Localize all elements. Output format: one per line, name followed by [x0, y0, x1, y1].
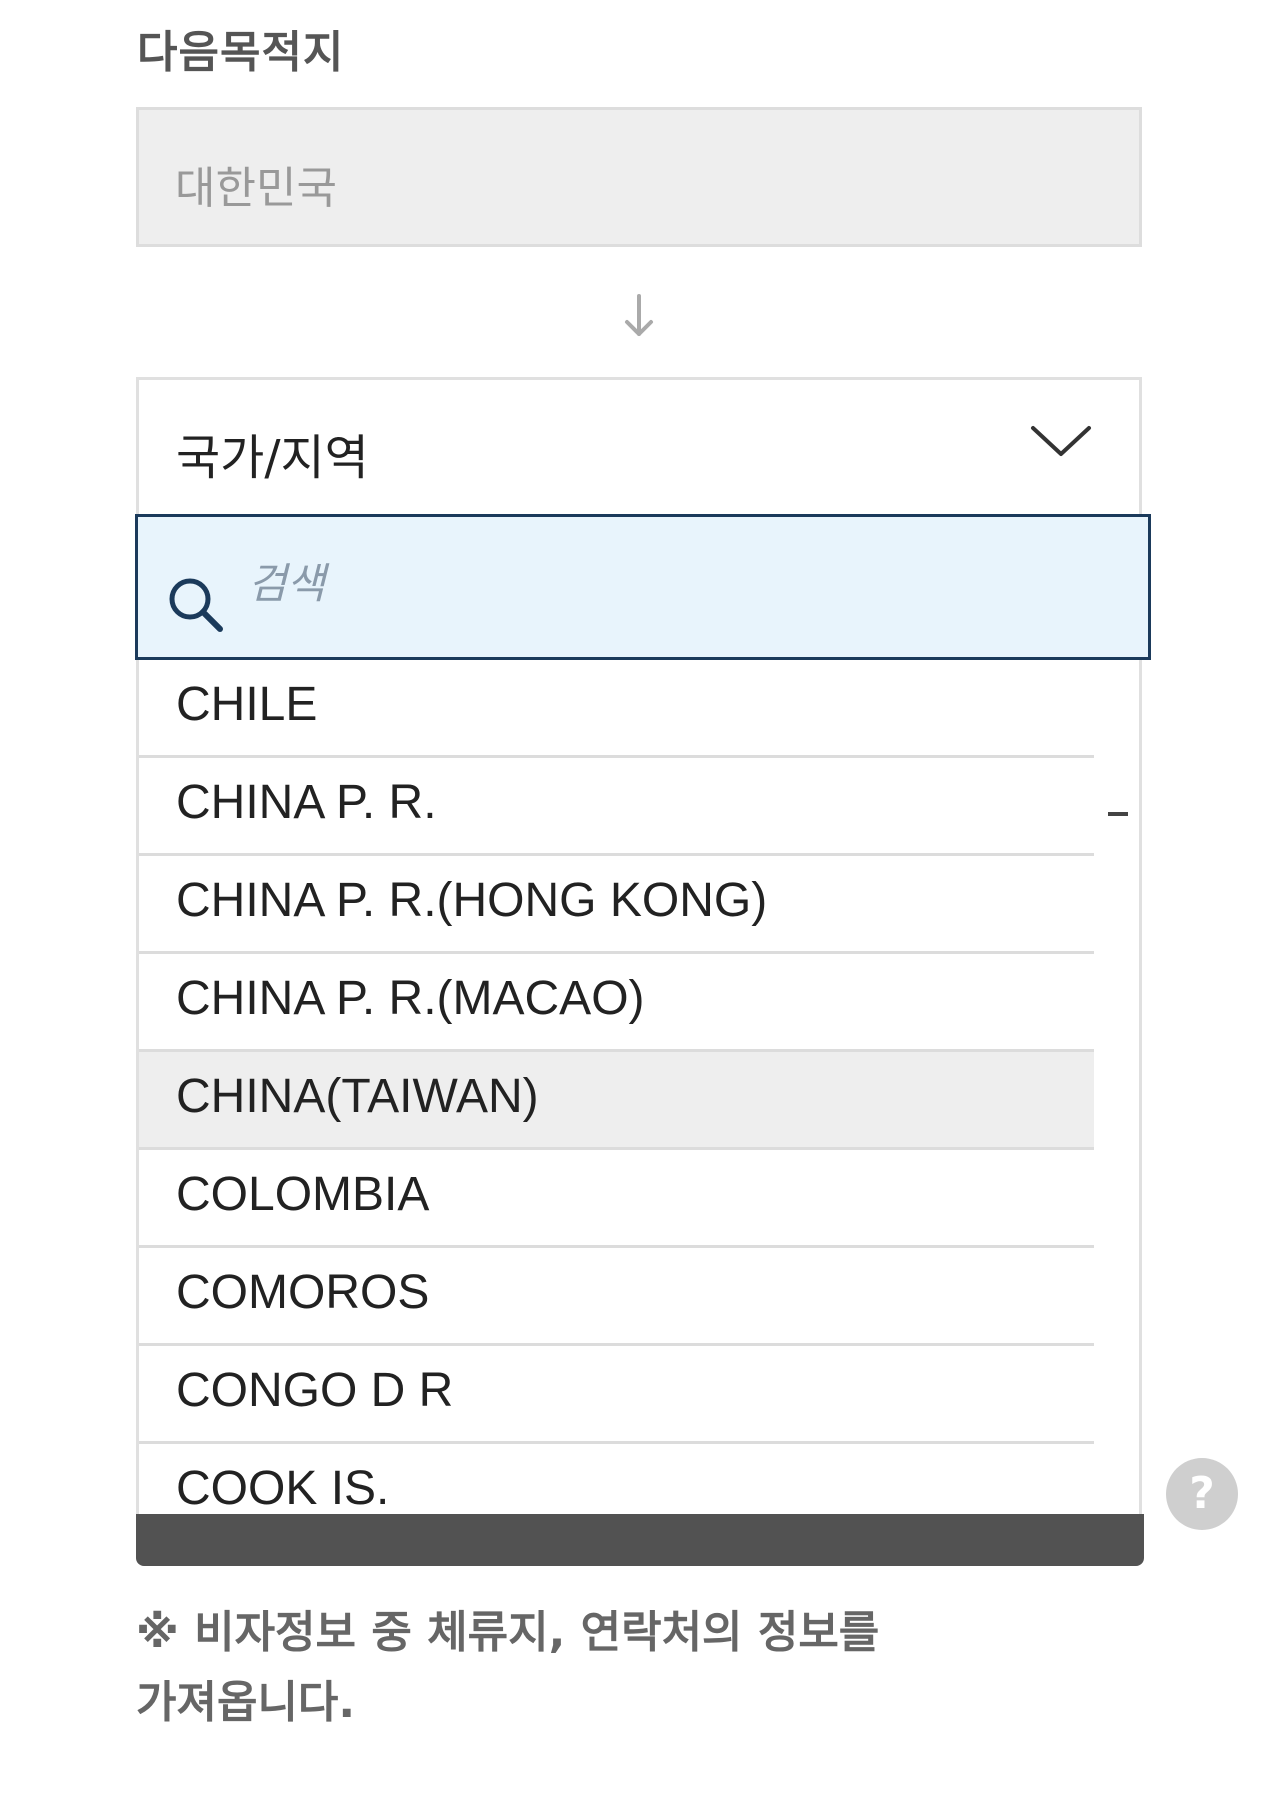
country-region-select[interactable]: 국가/지역	[136, 377, 1142, 517]
option-comoros[interactable]: COMOROS	[139, 1248, 1094, 1346]
visa-info-footnote: ※ 비자정보 중 체류지, 연락처의 정보를 가져옵니다.	[136, 1598, 1136, 1738]
chevron-down-icon[interactable]	[1029, 420, 1093, 462]
country-region-select-label: 국가/지역	[176, 430, 369, 486]
option-china-pr[interactable]: CHINA P. R.	[139, 758, 1094, 856]
origin-country-field: 대한민국	[136, 107, 1142, 247]
question-icon: ?	[1189, 1468, 1215, 1519]
origin-country-value: 대한민국	[175, 163, 337, 214]
scrollbar-thumb[interactable]	[1108, 812, 1128, 816]
help-button[interactable]: ?	[1166, 1458, 1238, 1530]
footnote-line-1: ※ 비자정보 중 체류지, 연락처의 정보를	[136, 1607, 880, 1658]
country-options: CHILE CHINA P. R. CHINA P. R.(HONG KONG)…	[139, 660, 1094, 1514]
dropdown-bottom-bar	[136, 1514, 1144, 1566]
country-dropdown-list[interactable]: CHILE CHINA P. R. CHINA P. R.(HONG KONG)…	[135, 514, 1151, 1514]
option-china-taiwan[interactable]: CHINA(TAIWAN)	[139, 1052, 1094, 1150]
search-icon	[169, 578, 223, 632]
dropdown-search-bar[interactable]	[135, 514, 1151, 660]
country-search-input[interactable]	[246, 547, 1110, 619]
next-destination-label: 다음목적지	[137, 27, 345, 78]
option-congo-dr[interactable]: CONGO D R	[139, 1346, 1094, 1444]
arrow-down-icon	[625, 294, 653, 336]
option-chile[interactable]: CHILE	[139, 660, 1094, 758]
option-china-pr-hong-kong[interactable]: CHINA P. R.(HONG KONG)	[139, 856, 1094, 954]
option-colombia[interactable]: COLOMBIA	[139, 1150, 1094, 1248]
option-china-pr-macao[interactable]: CHINA P. R.(MACAO)	[139, 954, 1094, 1052]
footnote-line-2: 가져옵니다.	[136, 1677, 356, 1728]
option-cook-is[interactable]: COOK IS.	[139, 1444, 1094, 1514]
